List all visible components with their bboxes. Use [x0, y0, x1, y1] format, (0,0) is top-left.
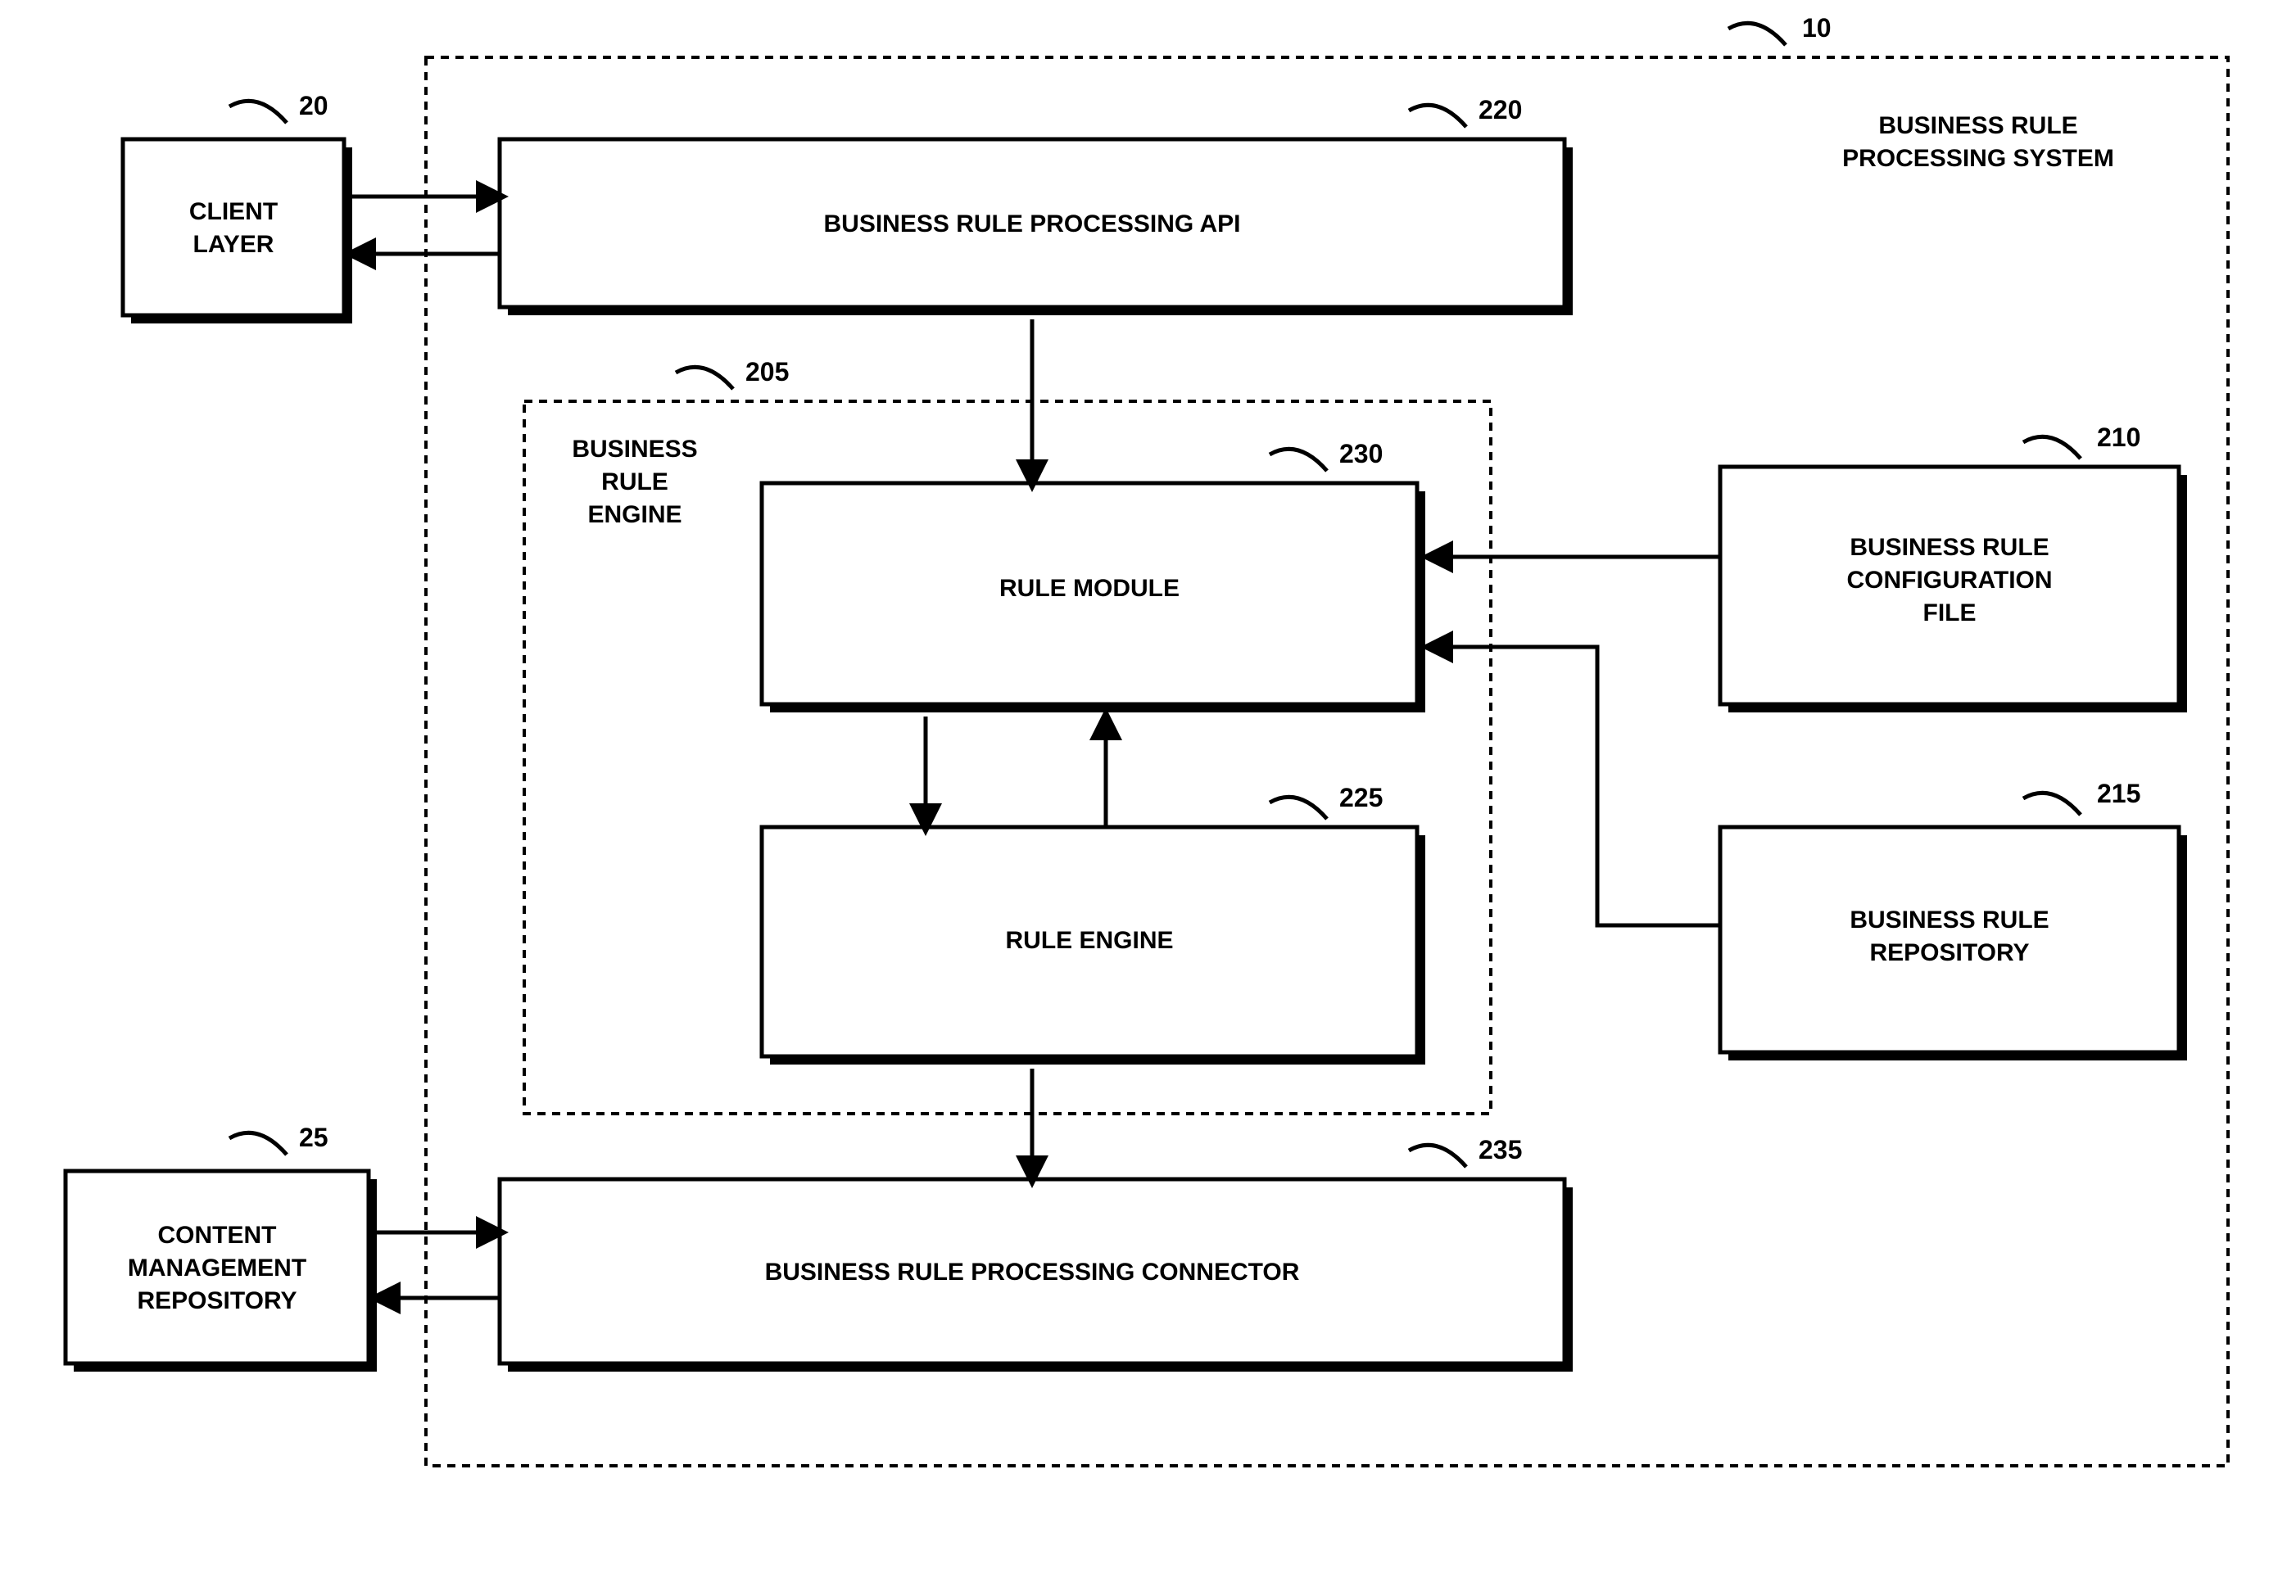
leader-225 — [1270, 797, 1327, 819]
cm-repo-line1: CONTENT — [158, 1222, 277, 1249]
engine-container-line1: BUSINESS — [572, 436, 697, 463]
system-title-line2: PROCESSING SYSTEM — [1842, 145, 2114, 172]
api-number: 220 — [1479, 95, 1522, 124]
leader-235 — [1409, 1145, 1466, 1167]
system-label-number: 10 — [1802, 13, 1832, 43]
client-layer-line2: LAYER — [193, 231, 274, 258]
leader-215 — [2023, 793, 2081, 815]
config-file-line3: FILE — [1923, 599, 1977, 626]
leader-230 — [1270, 449, 1327, 471]
api-text: BUSINESS RULE PROCESSING API — [824, 210, 1241, 237]
config-file-number: 210 — [2097, 423, 2140, 452]
client-layer-box — [123, 139, 344, 315]
leader-205 — [676, 367, 733, 389]
engine-container-line2: RULE — [601, 468, 668, 495]
leader-20 — [229, 101, 287, 123]
connector-text: BUSINESS RULE PROCESSING CONNECTOR — [765, 1259, 1300, 1286]
config-file-line1: BUSINESS RULE — [1850, 534, 2049, 561]
rule-module-number: 230 — [1339, 439, 1383, 468]
cm-repo-line3: REPOSITORY — [137, 1287, 297, 1314]
leader-220 — [1409, 105, 1466, 127]
diagram-canvas: 10 BUSINESS RULE PROCESSING SYSTEM CLIEN… — [0, 0, 2296, 1596]
system-title-line1: BUSINESS RULE — [1878, 112, 2077, 139]
leader-25 — [229, 1133, 287, 1155]
cm-repo-number: 25 — [299, 1123, 328, 1152]
repository-line2: REPOSITORY — [1869, 939, 2029, 966]
engine-container-number: 205 — [745, 357, 789, 387]
engine-container-line3: ENGINE — [587, 501, 682, 528]
cm-repo-line2: MANAGEMENT — [128, 1255, 306, 1282]
connector-number: 235 — [1479, 1135, 1522, 1164]
rule-engine-text: RULE ENGINE — [1005, 927, 1173, 954]
client-layer-line1: CLIENT — [189, 198, 278, 225]
client-layer-number: 20 — [299, 91, 328, 120]
leader-210 — [2023, 436, 2081, 459]
rule-module-text: RULE MODULE — [999, 575, 1180, 602]
rule-engine-number: 225 — [1339, 783, 1383, 812]
config-file-line2: CONFIGURATION — [1846, 567, 2052, 594]
repository-number: 215 — [2097, 779, 2140, 808]
repository-line1: BUSINESS RULE — [1850, 907, 2049, 934]
leader-10 — [1728, 23, 1786, 45]
